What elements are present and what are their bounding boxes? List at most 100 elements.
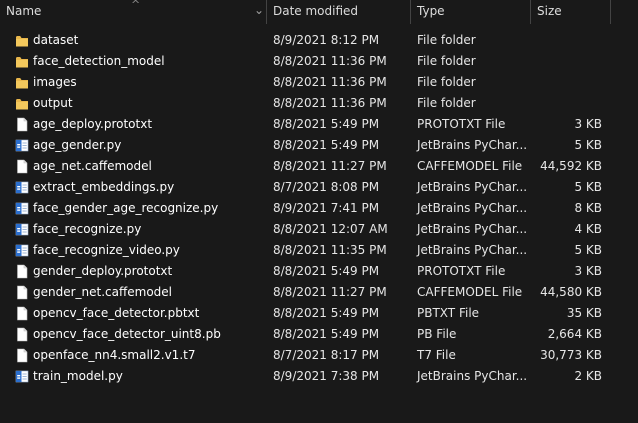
file-icon xyxy=(17,327,28,342)
file-name: age_net.caffemodel xyxy=(33,159,152,173)
file-date-modified: 8/8/2021 5:49 PM xyxy=(273,117,380,131)
file-size: 5 KB xyxy=(574,243,602,257)
file-date-modified: 8/7/2021 8:08 PM xyxy=(273,180,380,194)
file-row[interactable]: images 8/8/2021 11:36 PM File folder xyxy=(0,72,638,93)
file-row[interactable]: extract_embeddings.py 8/7/2021 8:08 PM J… xyxy=(0,177,638,198)
file-size: 8 KB xyxy=(574,201,602,215)
file-type: JetBrains PyChar... xyxy=(417,222,528,236)
column-divider[interactable] xyxy=(610,0,611,24)
python-file-icon xyxy=(15,202,29,215)
column-header-type[interactable]: Type xyxy=(411,0,530,24)
file-size: 4 KB xyxy=(574,222,602,236)
file-icon xyxy=(17,159,28,174)
file-size: 3 KB xyxy=(574,117,602,131)
file-type: PBTXT File xyxy=(417,306,480,320)
folder-icon xyxy=(16,78,28,89)
file-type: JetBrains PyChar... xyxy=(417,243,528,257)
file-type: CAFFEMODEL File xyxy=(417,159,523,173)
python-file-icon xyxy=(15,370,29,383)
file-type: JetBrains PyChar... xyxy=(417,138,528,152)
file-date-modified: 8/8/2021 11:35 PM xyxy=(273,243,387,257)
file-type: File folder xyxy=(417,75,476,89)
file-size: 5 KB xyxy=(574,138,602,152)
file-row[interactable]: gender_deploy.prototxt 8/8/2021 5:49 PM … xyxy=(0,261,638,282)
file-date-modified: 8/8/2021 11:27 PM xyxy=(273,159,387,173)
file-name: train_model.py xyxy=(33,369,123,383)
file-row[interactable]: age_gender.py 8/8/2021 5:49 PM JetBrains… xyxy=(0,135,638,156)
file-row[interactable]: face_gender_age_recognize.py 8/9/2021 7:… xyxy=(0,198,638,219)
file-row[interactable]: opencv_face_detector_uint8.pb 8/8/2021 5… xyxy=(0,324,638,345)
file-type: CAFFEMODEL File xyxy=(417,285,523,299)
file-row[interactable]: train_model.py 8/9/2021 7:38 PM JetBrain… xyxy=(0,366,638,387)
file-name: opencv_face_detector.pbtxt xyxy=(33,306,200,320)
file-row[interactable]: opencv_face_detector.pbtxt 8/8/2021 5:49… xyxy=(0,303,638,324)
file-icon xyxy=(17,306,28,321)
file-type: JetBrains PyChar... xyxy=(417,369,528,383)
file-date-modified: 8/8/2021 5:49 PM xyxy=(273,327,380,341)
file-row[interactable]: dataset 8/9/2021 8:12 PM File folder xyxy=(0,30,638,51)
file-name: face_recognize.py xyxy=(33,222,142,236)
file-name: output xyxy=(33,96,73,110)
file-name: age_gender.py xyxy=(33,138,122,152)
file-name: dataset xyxy=(33,33,79,47)
file-row[interactable]: output 8/8/2021 11:36 PM File folder xyxy=(0,93,638,114)
file-row[interactable]: age_deploy.prototxt 8/8/2021 5:49 PM PRO… xyxy=(0,114,638,135)
file-size: 2,664 KB xyxy=(547,327,602,341)
file-date-modified: 8/8/2021 12:07 AM xyxy=(273,222,388,236)
file-type: JetBrains PyChar... xyxy=(417,201,528,215)
column-header-name-label: Name xyxy=(6,4,42,18)
file-type: PROTOTXT File xyxy=(417,264,506,278)
file-row[interactable]: age_net.caffemodel 8/8/2021 11:27 PM CAF… xyxy=(0,156,638,177)
python-file-icon xyxy=(15,181,29,194)
file-size: 35 KB xyxy=(566,306,602,320)
file-date-modified: 8/8/2021 5:49 PM xyxy=(273,264,380,278)
file-size: 44,580 KB xyxy=(540,285,602,299)
file-date-modified: 8/9/2021 7:38 PM xyxy=(273,369,380,383)
file-icon xyxy=(17,264,28,279)
file-type: File folder xyxy=(417,33,476,47)
file-date-modified: 8/8/2021 11:36 PM xyxy=(273,75,387,89)
file-date-modified: 8/8/2021 11:27 PM xyxy=(273,285,387,299)
column-header-date[interactable]: Date modified xyxy=(267,0,410,24)
file-row[interactable]: gender_net.caffemodel 8/8/2021 11:27 PM … xyxy=(0,282,638,303)
file-date-modified: 8/8/2021 5:49 PM xyxy=(273,138,380,152)
file-type: File folder xyxy=(417,54,476,68)
file-name: age_deploy.prototxt xyxy=(33,117,153,131)
file-name: extract_embeddings.py xyxy=(33,180,175,194)
column-header-name[interactable]: Name ^ xyxy=(0,0,256,24)
column-header-size-label: Size xyxy=(537,4,562,18)
file-size: 5 KB xyxy=(574,180,602,194)
file-size: 3 KB xyxy=(574,264,602,278)
file-name: opencv_face_detector_uint8.pb xyxy=(33,327,221,341)
python-file-icon xyxy=(15,139,29,152)
file-name: gender_deploy.prototxt xyxy=(33,264,173,278)
sort-ascending-icon: ^ xyxy=(131,0,141,11)
column-header-date-label: Date modified xyxy=(273,4,359,18)
python-file-icon xyxy=(15,223,29,236)
column-header-type-label: Type xyxy=(417,4,445,18)
file-list: dataset 8/9/2021 8:12 PM File folder fac… xyxy=(0,30,638,387)
file-icon xyxy=(17,117,28,132)
file-icon xyxy=(17,285,28,300)
file-name: openface_nn4.small2.v1.t7 xyxy=(33,348,196,362)
folder-icon xyxy=(16,36,28,47)
file-date-modified: 8/8/2021 11:36 PM xyxy=(273,96,387,110)
name-column-dropdown-icon[interactable]: ⌄ xyxy=(254,0,264,22)
file-date-modified: 8/8/2021 5:49 PM xyxy=(273,306,380,320)
file-date-modified: 8/9/2021 8:12 PM xyxy=(273,33,380,47)
python-file-icon xyxy=(15,244,29,257)
file-row[interactable]: openface_nn4.small2.v1.t7 8/7/2021 8:17 … xyxy=(0,345,638,366)
file-size: 2 KB xyxy=(574,369,602,383)
file-date-modified: 8/9/2021 7:41 PM xyxy=(273,201,380,215)
file-size: 44,592 KB xyxy=(540,159,602,173)
file-row[interactable]: face_recognize_video.py 8/8/2021 11:35 P… xyxy=(0,240,638,261)
file-icon xyxy=(17,348,28,363)
column-header-bar: Name ^ ⌄ Date modified Type Size xyxy=(0,0,638,24)
file-name: face_recognize_video.py xyxy=(33,243,180,257)
file-row[interactable]: face_detection_model 8/8/2021 11:36 PM F… xyxy=(0,51,638,72)
file-size: 30,773 KB xyxy=(540,348,602,362)
file-row[interactable]: face_recognize.py 8/8/2021 12:07 AM JetB… xyxy=(0,219,638,240)
column-header-size[interactable]: Size xyxy=(531,0,610,24)
file-type: T7 File xyxy=(417,348,456,362)
file-type: PB File xyxy=(417,327,457,341)
